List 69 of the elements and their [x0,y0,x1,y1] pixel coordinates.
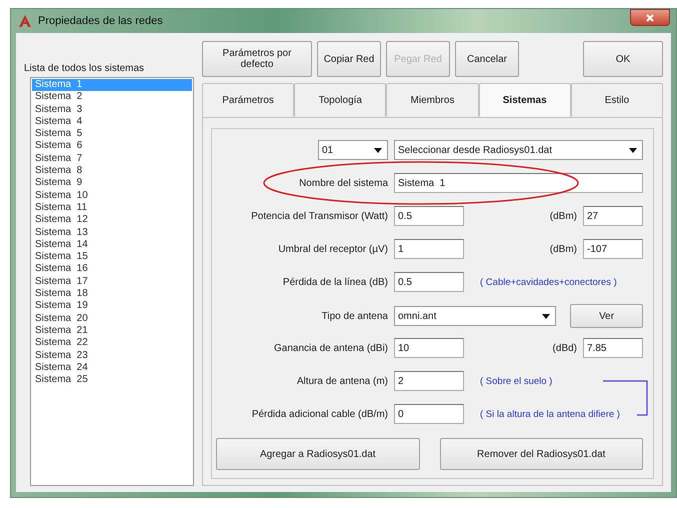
note-text: ( Si la altura de la antena difiere ) [479,408,621,420]
field-label: Umbral del receptor (µV) [277,244,388,254]
field-label: Tipo de antena [320,310,388,322]
note-text: ( Cable+cavidades+conectores ) [479,276,618,288]
field-label: Nombre del sistema [298,178,388,188]
system-list-item[interactable]: Sistema 11 [32,202,192,214]
antenna-type-dropdown[interactable]: omni.ant [394,306,556,326]
system-list-item[interactable]: Sistema 21 [32,324,192,338]
system-list-item[interactable]: Sistema 24 [32,362,192,374]
note-text: ( Sobre el suelo ) [479,376,554,386]
system-list-item[interactable]: Sistema 10 [32,190,192,202]
toolbar-button[interactable]: OK [583,41,663,77]
system-list-item[interactable]: Sistema 7 [32,152,192,166]
app-icon [17,13,33,29]
input-field[interactable]: -107 [583,239,643,259]
system-number-dropdown[interactable]: 01 [318,140,388,160]
tab[interactable]: Sistemas [478,83,571,117]
field-label: Altura de antena (m) [296,376,388,386]
systems-list[interactable] [30,77,194,486]
toolbar-button[interactable]: Cancelar [455,41,519,77]
system-list-item[interactable]: Sistema 23 [32,350,192,362]
system-list-item[interactable]: Sistema 5 [32,128,192,140]
field-label: Potencia del Transmisor (Watt) [250,210,388,222]
toolbar-button[interactable]: Parámetros por defecto [202,41,312,77]
unit-label: (dBm) [548,244,577,254]
input-field[interactable]: 1 [394,239,464,259]
system-list-item[interactable]: Sistema 4 [32,116,192,128]
tab[interactable]: Estilo [570,83,664,117]
system-list-item[interactable]: Sistema 25 [32,374,192,386]
system-list-item[interactable]: Sistema 17 [32,276,192,288]
unit-label: (dBm) [548,210,577,222]
list-label: Lista de todos los sistemas [24,63,146,76]
tab[interactable]: Topología [294,83,386,117]
system-list-item[interactable]: Sistema 9 [32,177,192,190]
action-button[interactable]: Agregar a Radiosys01.dat [216,438,420,470]
input-field[interactable]: 0.5 [394,206,464,226]
system-list-item[interactable]: Sistema 3 [32,104,192,116]
system-list-item[interactable]: Sistema 12 [32,214,192,227]
action-button[interactable]: Remover del Radiosys01.dat [440,438,643,470]
input-field[interactable]: 27 [583,206,643,226]
input-field[interactable]: 0.5 [394,272,464,292]
unit-label: (dBd) [552,342,577,354]
system-list-item[interactable]: Sistema 6 [32,140,192,153]
system-list-item[interactable]: Sistema 16 [32,263,192,276]
close-button[interactable] [630,9,670,26]
system-list-item[interactable]: Sistema 22 [32,337,192,350]
input-field[interactable]: 0 [394,404,464,424]
tab[interactable]: Miembros [386,83,479,117]
field-label: Pérdida de la línea (dB) [282,276,388,288]
input-field[interactable]: 2 [394,371,464,391]
tab[interactable]: Parámetros [202,83,294,117]
field-label: Pérdida adicional cable (dB/m) [250,408,388,420]
input-field[interactable]: 10 [394,338,464,358]
system-list-item[interactable]: Sistema 13 [32,226,192,239]
system-name-field[interactable]: Sistema 1 [394,173,643,193]
system-list-item[interactable]: Sistema 14 [32,238,192,252]
field-label: Ganancia de antena (dBi) [273,342,388,354]
system-list-item[interactable]: Sistema 15 [32,251,192,264]
system-list-item[interactable]: Sistema 19 [32,300,192,313]
system-list-item[interactable]: Sistema 18 [32,288,192,300]
system-list-item[interactable]: Sistema 20 [32,312,192,325]
source-dropdown[interactable]: Seleccionar desde Radiosys01.dat [394,140,643,160]
window-title: Propiedades de las redes [38,15,163,27]
system-list-item[interactable]: Sistema 2 [32,91,192,104]
system-list-item[interactable]: Sistema 8 [32,165,192,178]
toolbar-button[interactable]: Copiar Red [317,41,381,77]
input-field[interactable]: 7.85 [583,338,643,358]
view-button[interactable]: Ver [570,304,643,328]
close-icon [645,12,655,22]
